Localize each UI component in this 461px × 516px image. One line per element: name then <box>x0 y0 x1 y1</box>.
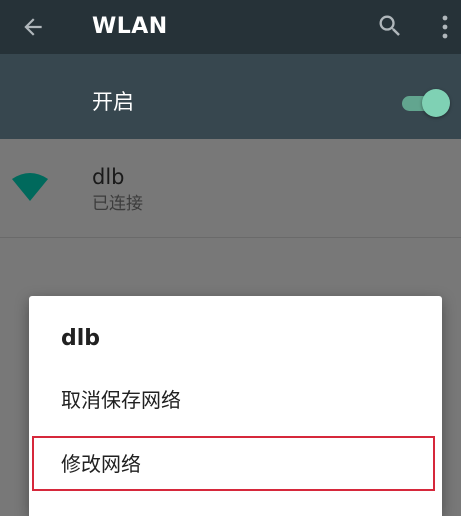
wifi-full-signal-icon <box>12 173 48 201</box>
search-icon[interactable] <box>376 12 404 40</box>
modify-network-button[interactable]: 修改网络 <box>29 436 442 492</box>
divider <box>0 237 461 238</box>
toggle-thumb <box>422 89 450 117</box>
forget-network-button[interactable]: 取消保存网络 <box>29 372 442 428</box>
more-vert-icon[interactable] <box>438 13 452 41</box>
switch-label: 开启 <box>92 90 134 114</box>
network-status: 已连接 <box>92 194 143 214</box>
arrow-back-icon[interactable] <box>20 14 46 40</box>
page-title: WLAN <box>92 14 168 39</box>
network-options-dialog: dlb 取消保存网络 修改网络 <box>29 296 442 516</box>
modify-network-label: 修改网络 <box>61 452 141 476</box>
dialog-title: dlb <box>61 326 101 351</box>
toolbar: WLAN <box>0 0 461 54</box>
wlan-master-switch-bar[interactable]: 开启 <box>0 54 461 139</box>
network-name: dlb <box>92 165 125 189</box>
wlan-toggle-switch[interactable] <box>400 88 450 118</box>
forget-network-label: 取消保存网络 <box>61 388 181 412</box>
wlan-settings-screen: WLAN 开启 dlb 已连接 dlb 取消保存网络 修改网络 <box>0 0 461 516</box>
list-item-network-dlb[interactable]: dlb 已连接 <box>0 139 461 237</box>
